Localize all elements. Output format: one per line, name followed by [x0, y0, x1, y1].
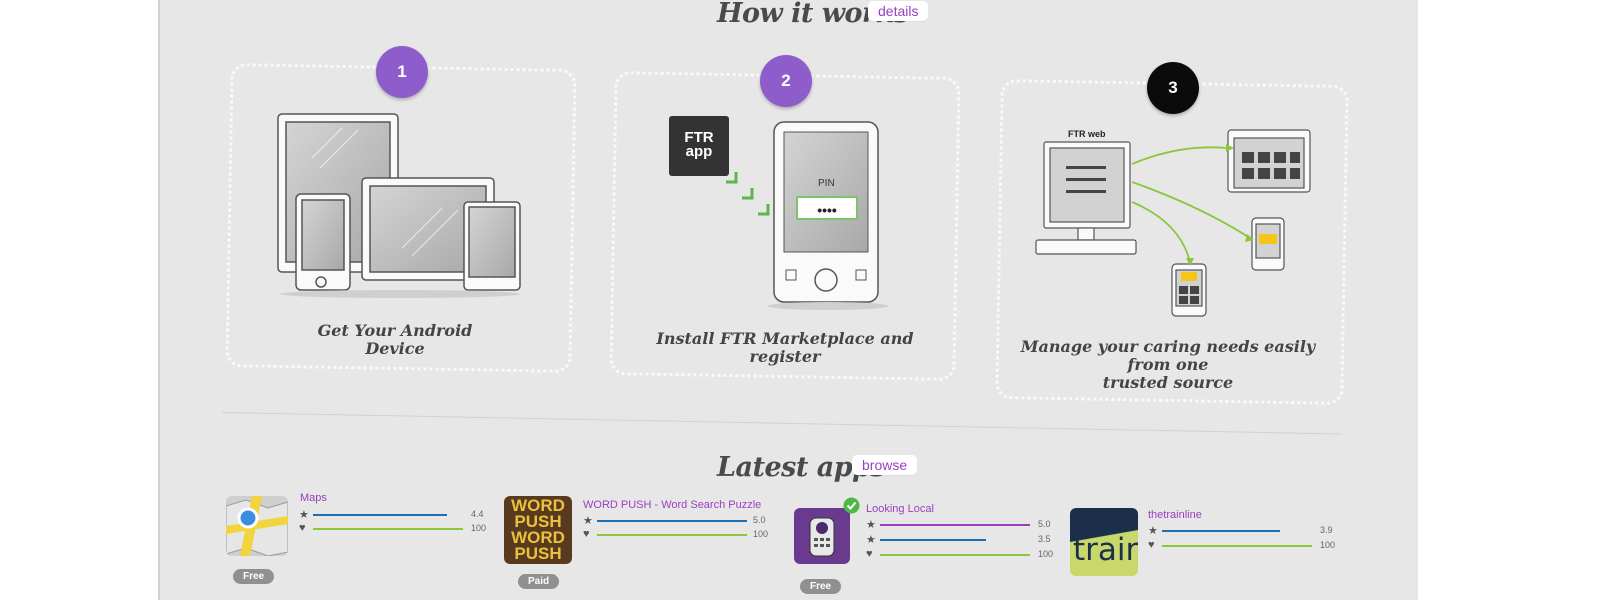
pin-field: •••• — [796, 196, 858, 220]
verified-check-icon — [843, 497, 860, 514]
likes-value: 100 — [1320, 540, 1336, 550]
step-number-1: 1 — [376, 46, 428, 98]
rating-value: 3.5 — [1038, 534, 1051, 544]
likes-bar — [880, 554, 1030, 556]
rating-row: ★ 5.0 — [866, 519, 1056, 531]
app-name[interactable]: thetrainline — [1148, 509, 1202, 521]
step-caption-3-line1: Manage your caring needs easily from one — [1020, 337, 1316, 374]
heart-icon: ♥ — [866, 548, 873, 560]
heart-icon: ♥ — [583, 528, 590, 540]
heart-icon: ♥ — [1148, 539, 1155, 551]
rating-bar — [1162, 530, 1280, 532]
likes-bar — [597, 534, 747, 536]
step-caption-2: Install FTR Marketplace and register — [656, 329, 914, 366]
star-icon: ★ — [866, 519, 876, 531]
rating-row: ★ 5.0 — [583, 515, 769, 527]
maps-icon — [226, 496, 288, 556]
price-badge: Free — [233, 569, 275, 584]
price-badge: Free — [800, 579, 842, 594]
star-icon: ★ — [1148, 525, 1158, 537]
heart-icon: ♥ — [299, 522, 306, 534]
rating-bar — [880, 524, 1030, 526]
app-name[interactable]: WORD PUSH - Word Search Puzzle — [583, 499, 761, 511]
step-caption-3: Manage your caring needs easily from one… — [1018, 338, 1318, 392]
details-button[interactable]: details — [868, 1, 929, 21]
step-number-3: 3 — [1147, 62, 1199, 114]
rating-value: 4.4 — [471, 509, 484, 519]
app-name[interactable]: Maps — [300, 492, 327, 504]
likes-row: ♥ 100 — [1148, 539, 1338, 552]
step-number-2: 2 — [760, 55, 812, 107]
price-badge: Paid — [518, 574, 560, 589]
android-devices-illustration — [277, 113, 521, 298]
rating-bar — [313, 514, 447, 516]
rating-bar — [880, 539, 986, 541]
likes-bar — [313, 528, 463, 530]
rating-value: 5.0 — [753, 515, 766, 525]
word-push-icon-text: WORD PUSH WORD PUSH — [511, 496, 565, 563]
trainline-icon-text: train — [1073, 532, 1138, 568]
star-icon: ★ — [866, 534, 876, 546]
rating-row: ★ 4.4 — [299, 509, 485, 521]
likes-row: ♥ 100 — [583, 528, 769, 541]
trainline-icon: train — [1070, 508, 1138, 576]
likes-value: 100 — [471, 523, 487, 533]
star-icon: ★ — [583, 515, 593, 527]
likes-row: ♥ 100 — [299, 522, 487, 535]
rating-row-secondary: ★ 3.5 — [866, 534, 1056, 546]
word-push-icon: WORD PUSH WORD PUSH — [504, 496, 572, 564]
rating-row: ★ 3.9 — [1148, 525, 1338, 537]
step-caption-1: Get Your Android Device — [317, 321, 473, 358]
likes-value: 100 — [1038, 549, 1054, 559]
ftr-app-line2: app — [685, 143, 713, 160]
rating-bar — [597, 520, 747, 522]
star-icon: ★ — [299, 509, 309, 521]
rating-value: 3.9 — [1320, 525, 1333, 535]
likes-row: ♥ 100 — [866, 548, 1056, 561]
app-name[interactable]: Looking Local — [866, 503, 934, 515]
likes-value: 100 — [753, 529, 769, 539]
ftr-app-tile: FTR app — [669, 116, 729, 176]
likes-bar — [1162, 545, 1312, 547]
rating-value: 5.0 — [1038, 519, 1051, 529]
step-caption-3-line2: trusted source — [1102, 373, 1234, 392]
looking-local-icon — [794, 508, 850, 564]
ftr-web-network-illustration — [1035, 129, 1311, 317]
browse-button[interactable]: browse — [852, 455, 918, 475]
pin-label: PIN — [818, 178, 835, 189]
